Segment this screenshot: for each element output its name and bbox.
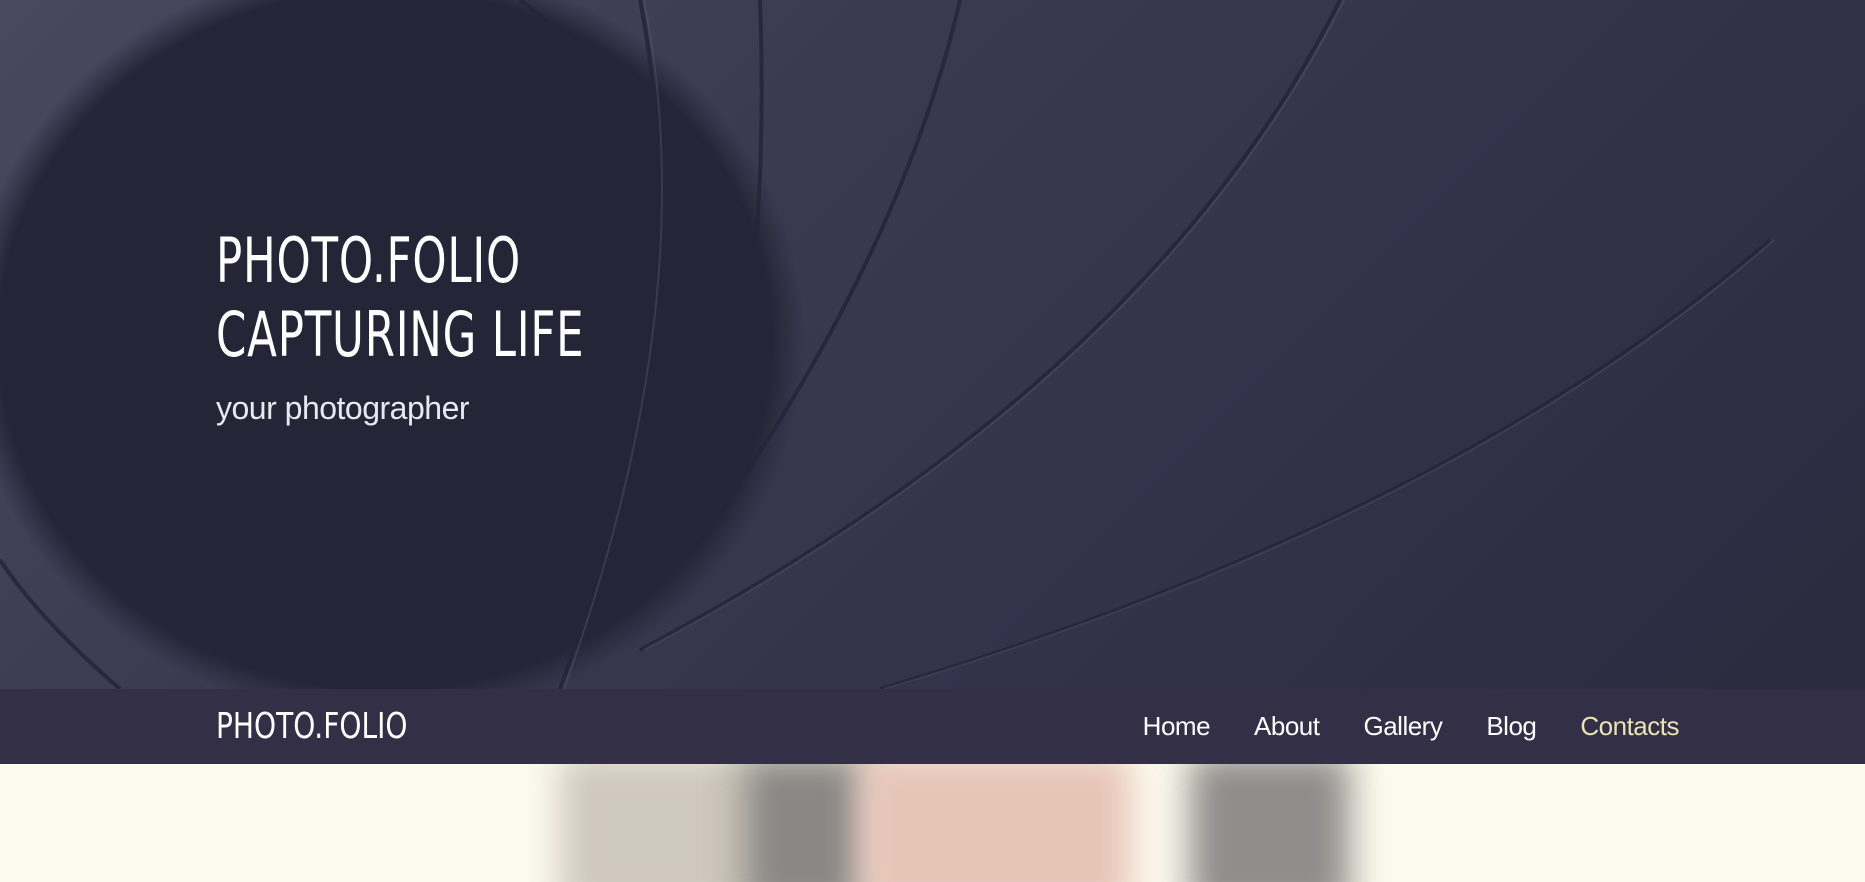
photo-blur-dark-2 (1190, 764, 1350, 882)
hero-title-line-2: CAPTURING LIFE (216, 298, 585, 371)
main-navbar: PHOTO.FOLIO Home About Gallery Blog Cont… (0, 689, 1865, 764)
nav-menu: Home About Gallery Blog Contacts (1143, 689, 1680, 764)
blurred-photo-section (0, 764, 1865, 882)
brand-logo-link[interactable]: PHOTO.FOLIO (216, 705, 407, 749)
photo-blur-skin (860, 764, 1130, 882)
hero-text-block: PHOTO.FOLIO CAPTURING LIFE your photogra… (216, 224, 688, 427)
hero-title-line-1: PHOTO.FOLIO (216, 224, 522, 297)
hero-banner: PHOTO.FOLIO CAPTURING LIFE your photogra… (0, 0, 1865, 689)
nav-item-home[interactable]: Home (1143, 711, 1211, 742)
nav-item-blog[interactable]: Blog (1486, 711, 1537, 742)
photo-blur-dark-1 (740, 764, 870, 882)
nav-item-gallery[interactable]: Gallery (1363, 711, 1442, 742)
hero-subtitle: your photographer (216, 390, 470, 426)
nav-item-contacts[interactable]: Contacts (1580, 711, 1679, 742)
nav-item-about[interactable]: About (1254, 711, 1320, 742)
photo-blur-left (560, 764, 750, 882)
